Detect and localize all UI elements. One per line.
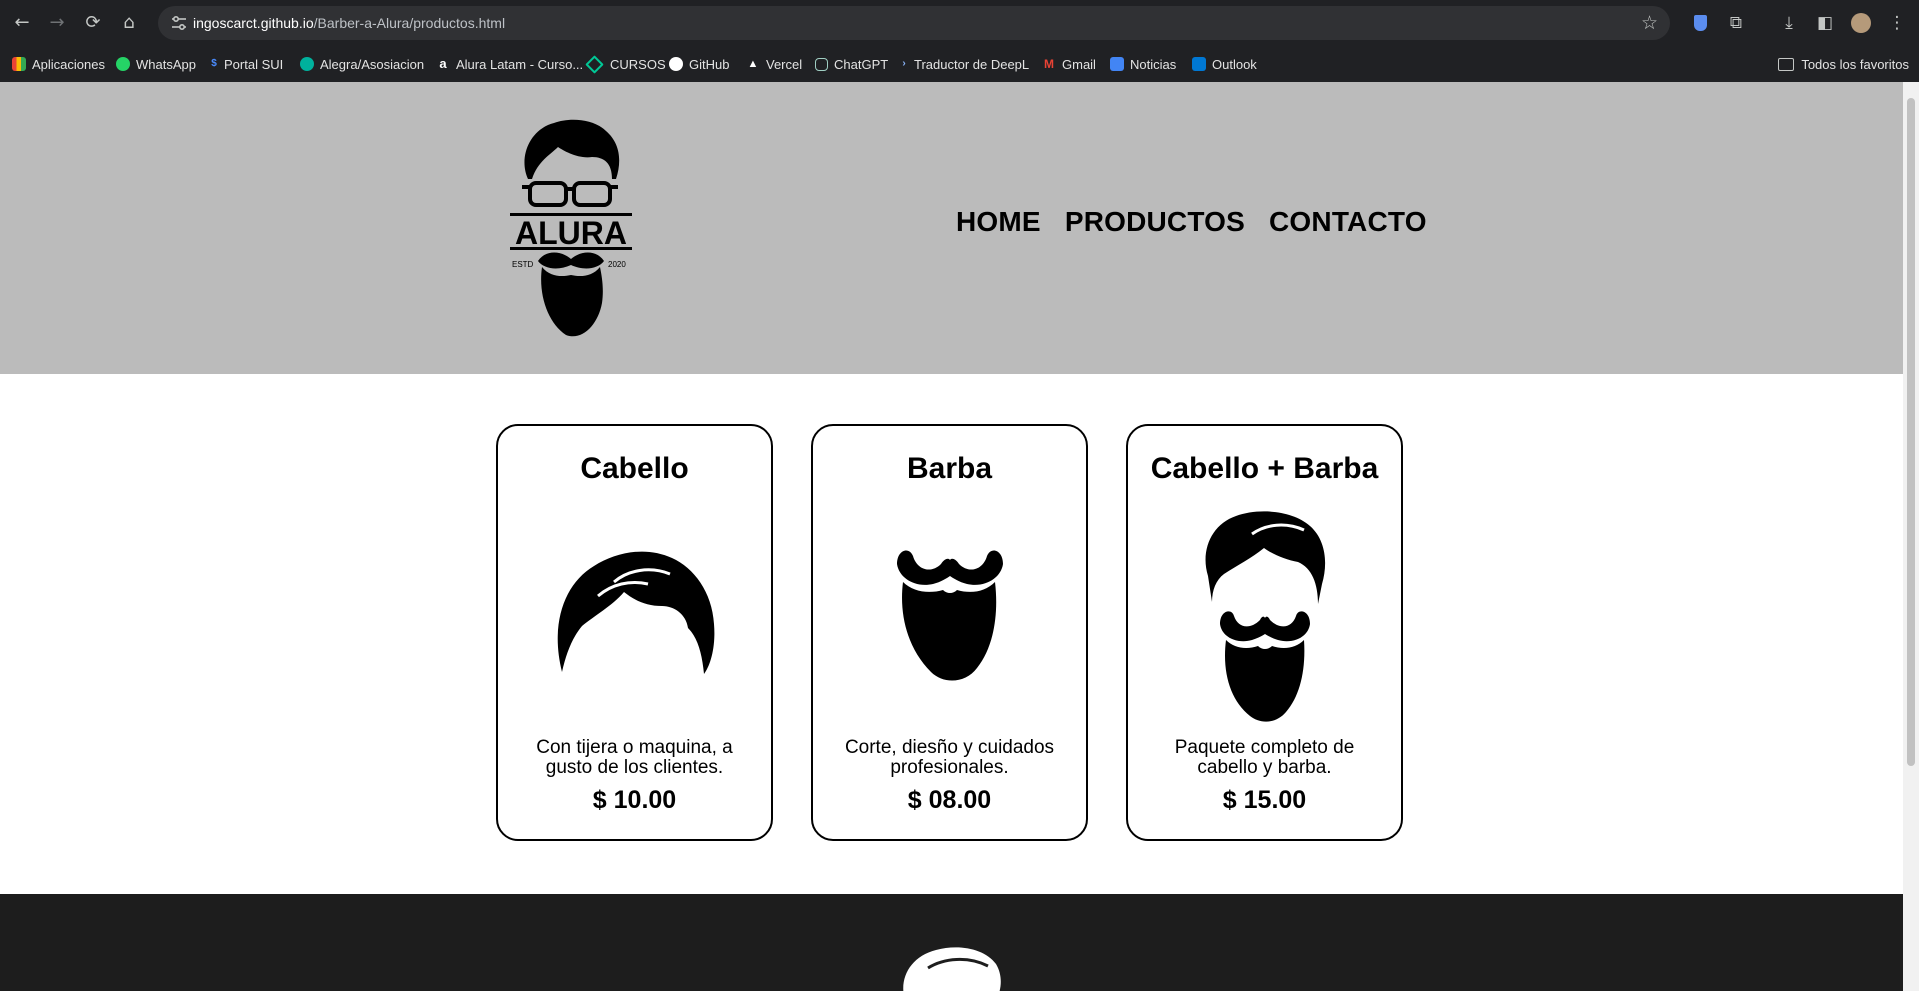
product-title: Cabello + Barba xyxy=(1150,452,1379,485)
product-description: Paquete completo de cabello y barba. xyxy=(1174,737,1355,778)
browser-toolbar: ← → ⟳ ⌂ ingoscarct.github.io/Barber-a-Al… xyxy=(0,0,1919,46)
page-scrollbar[interactable] xyxy=(1903,82,1919,991)
product-title: Cabello xyxy=(580,452,689,485)
extensions-puzzle-icon[interactable]: ⧉ xyxy=(1724,11,1748,35)
bookmark-whatsapp[interactable]: WhatsApp xyxy=(116,46,196,82)
bookmark-cursos[interactable]: CURSOS xyxy=(585,46,666,82)
bookmark-aplicaciones[interactable]: Aplicaciones xyxy=(12,46,105,82)
nav-contacto[interactable]: CONTACTO xyxy=(1269,206,1427,238)
bookmark-label: ChatGPT xyxy=(834,56,889,72)
github-icon xyxy=(669,57,683,71)
bookmark-deepl[interactable]: › Traductor de DeepL xyxy=(900,46,1029,82)
product-art xyxy=(813,504,1086,724)
bookmark-label: GitHub xyxy=(689,56,730,72)
bookmark-star-icon[interactable]: ☆ xyxy=(1641,12,1658,34)
bookmark-alegra[interactable]: Alegra/Asosiacion xyxy=(300,46,424,82)
main-nav: HOME PRODUCTOS CONTACTO xyxy=(956,206,1427,238)
all-bookmarks[interactable]: Todos los favoritos xyxy=(1778,46,1909,82)
deepl-icon: › xyxy=(902,58,906,69)
alura-logo[interactable]: ALURA ESTD 2020 xyxy=(508,117,634,339)
bookmark-gmail[interactable]: M Gmail xyxy=(1042,46,1096,82)
url-host: ingoscarct.github.io xyxy=(193,15,314,31)
product-card-cabello: Cabello Con tijera o maquina, a gusto de… xyxy=(496,424,773,841)
bookmark-label: Outlook xyxy=(1212,56,1257,72)
reload-icon[interactable]: ⟳ xyxy=(81,11,105,35)
bookmark-label: Aplicaciones xyxy=(32,56,105,72)
portal-sui-icon: $ xyxy=(211,58,217,69)
bookmark-outlook[interactable]: Outlook xyxy=(1192,46,1257,82)
bookmark-label: Vercel xyxy=(766,56,803,72)
bookmark-portal-sui[interactable]: $ Portal SUI xyxy=(210,46,283,82)
beard-icon xyxy=(896,550,1003,681)
bookmark-label: Alegra/Asosiacion xyxy=(320,56,425,72)
url-text[interactable]: ingoscarct.github.io/Barber-a-Alura/prod… xyxy=(193,15,505,31)
site-header: ALURA ESTD 2020 HOME PRODUCTOS CONTACTO xyxy=(0,82,1903,374)
logo-estd: ESTD xyxy=(512,260,534,269)
outlook-icon xyxy=(1192,57,1206,71)
apps-grid-icon xyxy=(12,57,26,71)
product-price: $ 10.00 xyxy=(592,786,677,814)
product-art xyxy=(1128,504,1401,724)
side-panel-icon[interactable]: ◧ xyxy=(1813,11,1837,35)
bookmark-label: Noticias xyxy=(1130,56,1177,72)
logo-text: ALURA xyxy=(515,215,627,251)
vercel-icon: ▲ xyxy=(747,58,759,70)
bookmarks-bar: Aplicaciones WhatsApp $ Portal SUI Alegra… xyxy=(0,46,1919,83)
product-description: Con tijera o maquina, a gusto de los cli… xyxy=(536,737,733,778)
whatsapp-icon xyxy=(116,57,130,71)
folder-icon xyxy=(1778,57,1795,71)
footer-logo-hair-icon xyxy=(903,947,1001,991)
product-title: Barba xyxy=(906,452,993,485)
address-bar[interactable]: ingoscarct.github.io/Barber-a-Alura/prod… xyxy=(158,6,1670,40)
bookmark-label: Alura Latam - Curso... xyxy=(456,56,584,72)
scrollbar-thumb[interactable] xyxy=(1907,98,1915,766)
alura-icon: a xyxy=(439,56,447,71)
news-icon xyxy=(1110,57,1124,71)
all-bookmarks-label: Todos los favoritos xyxy=(1801,56,1909,72)
product-card-barba: Barba Corte, diesño y cuidados profesion… xyxy=(811,424,1088,841)
alegra-icon xyxy=(300,57,314,71)
product-card-cabello-barba: Cabello + Barba Paquete completo de cabe… xyxy=(1126,424,1403,841)
forward-arrow-icon[interactable]: → xyxy=(45,11,69,35)
extension-shield-icon[interactable] xyxy=(1688,11,1712,35)
nav-home[interactable]: HOME xyxy=(956,206,1041,238)
site-footer xyxy=(0,894,1903,991)
site-settings-icon[interactable] xyxy=(170,14,188,32)
profile-avatar[interactable] xyxy=(1849,11,1873,35)
bookmark-vercel[interactable]: ▲ Vercel xyxy=(746,46,803,82)
home-icon[interactable]: ⌂ xyxy=(117,11,141,35)
bookmark-label: Traductor de DeepL xyxy=(914,56,1030,72)
nav-productos[interactable]: PRODUCTOS xyxy=(1065,206,1245,238)
chatgpt-icon xyxy=(815,57,828,71)
product-price: $ 15.00 xyxy=(1222,786,1307,814)
bookmark-label: Portal SUI xyxy=(224,56,284,72)
cursos-icon xyxy=(585,54,604,74)
back-arrow-icon[interactable]: ← xyxy=(10,11,34,35)
bookmark-alura[interactable]: a Alura Latam - Curso... xyxy=(436,46,583,82)
menu-kebab-icon[interactable]: ⋮ xyxy=(1885,11,1909,35)
bookmark-chatgpt[interactable]: ChatGPT xyxy=(815,46,888,82)
product-art xyxy=(498,504,771,724)
product-price: $ 08.00 xyxy=(907,786,992,814)
gmail-icon: M xyxy=(1044,57,1054,71)
download-icon[interactable]: ⤓ xyxy=(1777,11,1801,35)
hair-and-beard-icon xyxy=(1205,511,1325,722)
logo-year: 2020 xyxy=(608,260,626,269)
bookmark-noticias[interactable]: Noticias xyxy=(1110,46,1176,82)
bookmark-label: Gmail xyxy=(1062,56,1096,72)
bookmark-label: CURSOS xyxy=(610,56,666,72)
product-description: Corte, diesño y cuidados profesionales. xyxy=(844,737,1055,778)
page-viewport: ALURA ESTD 2020 HOME PRODUCTOS CONTACTO … xyxy=(0,82,1903,991)
hair-icon xyxy=(557,551,714,674)
bookmark-label: WhatsApp xyxy=(136,56,196,72)
url-path: /Barber-a-Alura/productos.html xyxy=(313,15,506,31)
bookmark-github[interactable]: GitHub xyxy=(669,46,729,82)
